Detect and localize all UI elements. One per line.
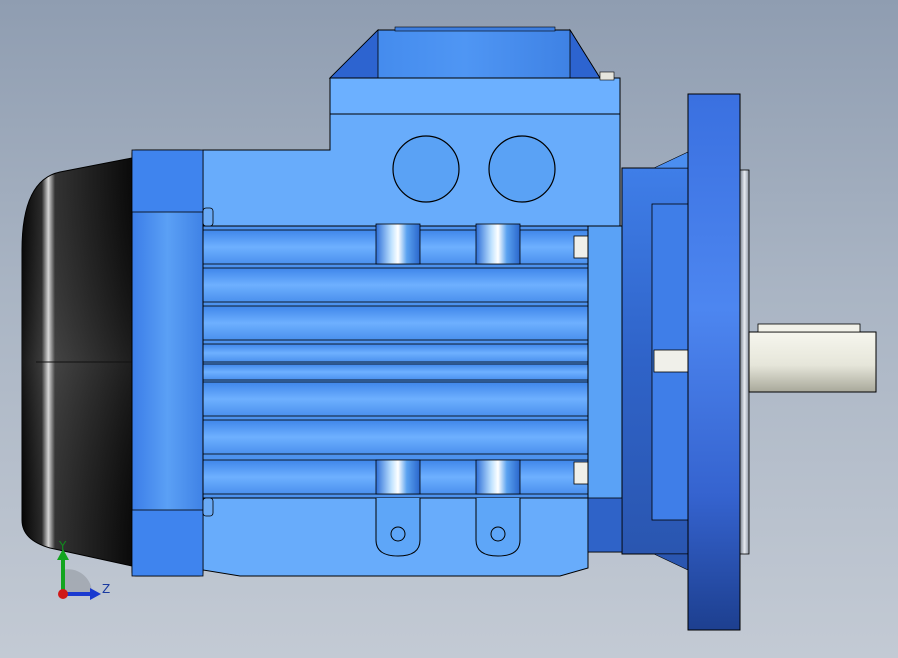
y-axis-label: Y	[59, 539, 67, 553]
z-axis-label: Z	[102, 582, 111, 596]
x-axis-point	[58, 589, 68, 599]
terminal-box	[202, 26, 621, 227]
3d-viewport[interactable]: Y Z	[0, 0, 898, 658]
cooling-fins	[202, 229, 589, 495]
rear-end-shield	[131, 149, 214, 577]
motor-model[interactable]	[0, 0, 898, 658]
mounting-flange	[687, 93, 750, 631]
output-shaft	[748, 323, 877, 393]
motor-frame	[202, 223, 589, 577]
fan-cover	[21, 157, 133, 567]
